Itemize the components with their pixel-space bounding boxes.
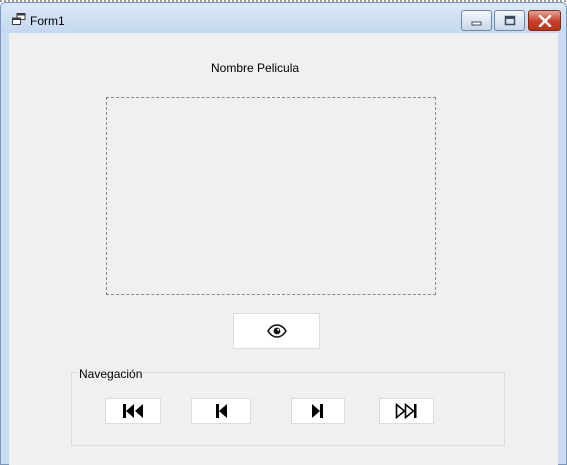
close-icon	[538, 14, 551, 27]
first-record-button[interactable]	[105, 398, 161, 424]
movie-name-label: Nombre Pelicula	[211, 61, 300, 75]
step-back-icon	[216, 404, 227, 418]
app-window: Form1 Nombre Pelicula Navegación	[0, 2, 567, 465]
next-record-button[interactable]	[291, 398, 345, 424]
form-client-area: Nombre Pelicula Navegación	[9, 33, 558, 465]
view-button[interactable]	[233, 313, 320, 349]
form-window-icon	[12, 13, 26, 25]
skip-to-first-icon	[123, 404, 143, 418]
navigation-group: Navegación	[71, 367, 505, 446]
window-title: Form1	[30, 14, 65, 28]
last-record-button[interactable]	[379, 398, 434, 424]
minimize-icon	[471, 21, 481, 25]
maximize-icon	[504, 15, 515, 26]
minimize-button[interactable]	[461, 10, 492, 31]
movie-picture-box	[106, 97, 436, 295]
maximize-button[interactable]	[494, 10, 525, 31]
step-forward-icon	[312, 404, 323, 418]
previous-record-button[interactable]	[191, 398, 251, 424]
eye-icon	[266, 324, 287, 338]
title-bar[interactable]: Form1	[1, 3, 566, 33]
close-button[interactable]	[528, 10, 561, 31]
skip-to-last-icon	[395, 403, 416, 419]
navigation-legend: Navegación	[77, 367, 145, 381]
